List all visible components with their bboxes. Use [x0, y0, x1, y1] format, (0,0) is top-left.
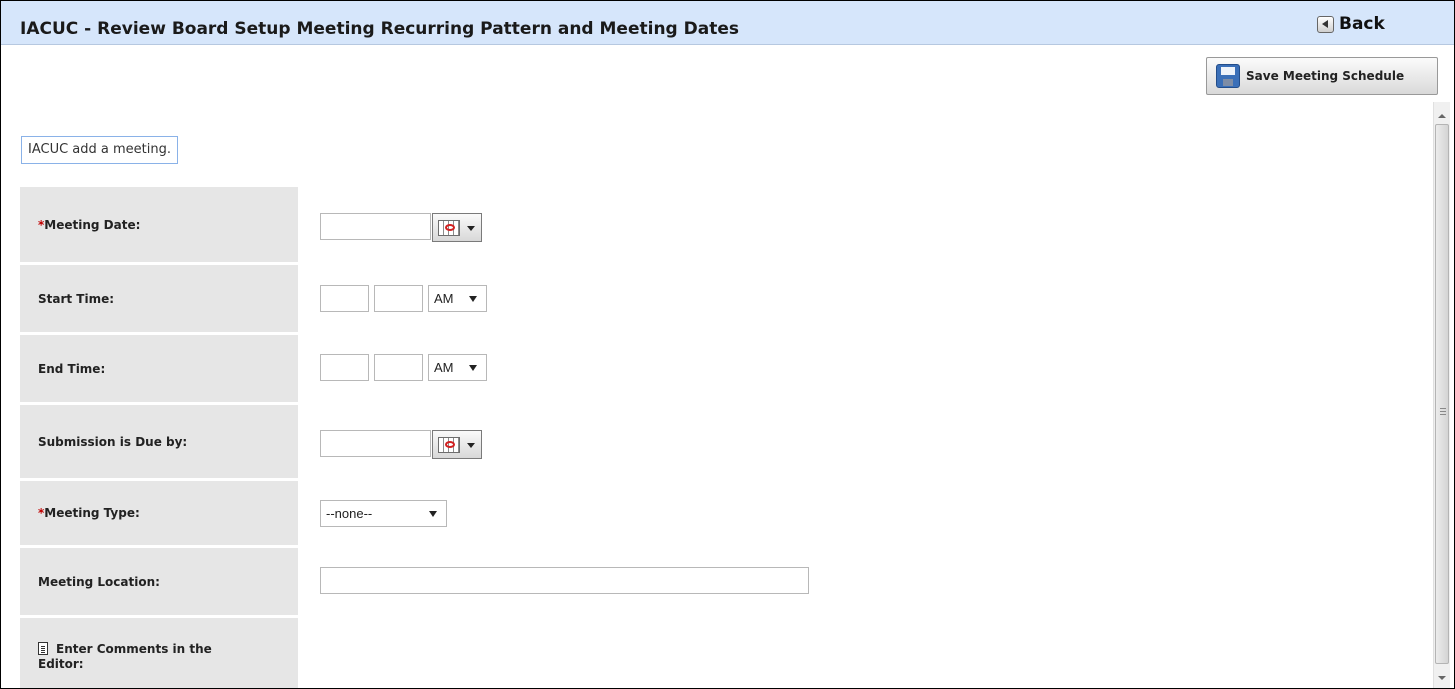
save-button-label: Save Meeting Schedule [1246, 69, 1405, 83]
back-arrow-icon [1317, 15, 1334, 33]
back-button[interactable]: Back [1317, 14, 1385, 34]
meeting-date-calendar-button[interactable] [432, 213, 482, 242]
meeting-date-input[interactable] [320, 213, 431, 240]
start-time-minute-input[interactable] [374, 285, 423, 312]
chevron-down-icon [429, 511, 437, 517]
scrollbar-thumb[interactable] [1435, 124, 1449, 664]
title-bar: IACUC - Review Board Setup Meeting Recur… [1, 1, 1454, 45]
end-time-label-cell: End Time: [20, 335, 298, 402]
start-time-label-cell: Start Time: [20, 265, 298, 332]
info-message: IACUC add a meeting. [21, 136, 178, 164]
submission-due-calendar-button[interactable] [432, 430, 482, 459]
page-frame: IACUC - Review Board Setup Meeting Recur… [0, 0, 1455, 689]
calendar-icon [438, 437, 460, 453]
start-time-ampm-value: AM [434, 291, 454, 306]
save-meeting-schedule-button[interactable]: Save Meeting Schedule [1206, 57, 1438, 95]
meeting-location-label: Meeting Location: [38, 574, 160, 589]
chevron-down-icon [469, 296, 477, 302]
meeting-type-select[interactable]: --none-- [320, 500, 447, 527]
end-time-label: End Time: [38, 361, 106, 376]
comments-label: Enter Comments in the Editor: [38, 642, 212, 671]
end-time-ampm-select[interactable]: AM [428, 354, 487, 381]
document-icon [38, 642, 48, 655]
chevron-down-icon [469, 365, 477, 371]
end-time-ampm-value: AM [434, 360, 454, 375]
grip-icon [1440, 408, 1446, 417]
vertical-scrollbar[interactable] [1433, 102, 1450, 688]
chevron-down-icon [467, 226, 475, 231]
submission-due-label-cell: Submission is Due by: [20, 405, 298, 478]
start-time-label: Start Time: [38, 291, 115, 306]
end-time-minute-input[interactable] [374, 354, 423, 381]
start-time-ampm-select[interactable]: AM [428, 285, 487, 312]
end-time-hour-input[interactable] [320, 354, 369, 381]
meeting-date-label-cell: * Meeting Date: [20, 187, 298, 262]
meeting-date-label: Meeting Date: [44, 217, 141, 232]
page-title: IACUC - Review Board Setup Meeting Recur… [20, 19, 739, 39]
chevron-down-icon [467, 443, 475, 448]
submission-due-input[interactable] [320, 430, 431, 457]
back-label: Back [1339, 14, 1385, 34]
floppy-disk-icon [1216, 64, 1240, 88]
start-time-hour-input[interactable] [320, 285, 369, 312]
meeting-type-value: --none-- [326, 506, 373, 521]
comments-label-cell: Enter Comments in the Editor: [20, 618, 298, 688]
meeting-type-label: Meeting Type: [44, 506, 140, 520]
meeting-type-label-cell: * Meeting Type: [20, 481, 298, 545]
meeting-location-label-cell: Meeting Location: [20, 548, 298, 615]
submission-due-label: Submission is Due by: [38, 434, 188, 449]
calendar-icon [438, 220, 460, 236]
scroll-down-arrow-icon[interactable] [1438, 676, 1446, 680]
meeting-location-input[interactable] [320, 567, 809, 594]
scroll-up-arrow-icon[interactable] [1438, 114, 1446, 118]
